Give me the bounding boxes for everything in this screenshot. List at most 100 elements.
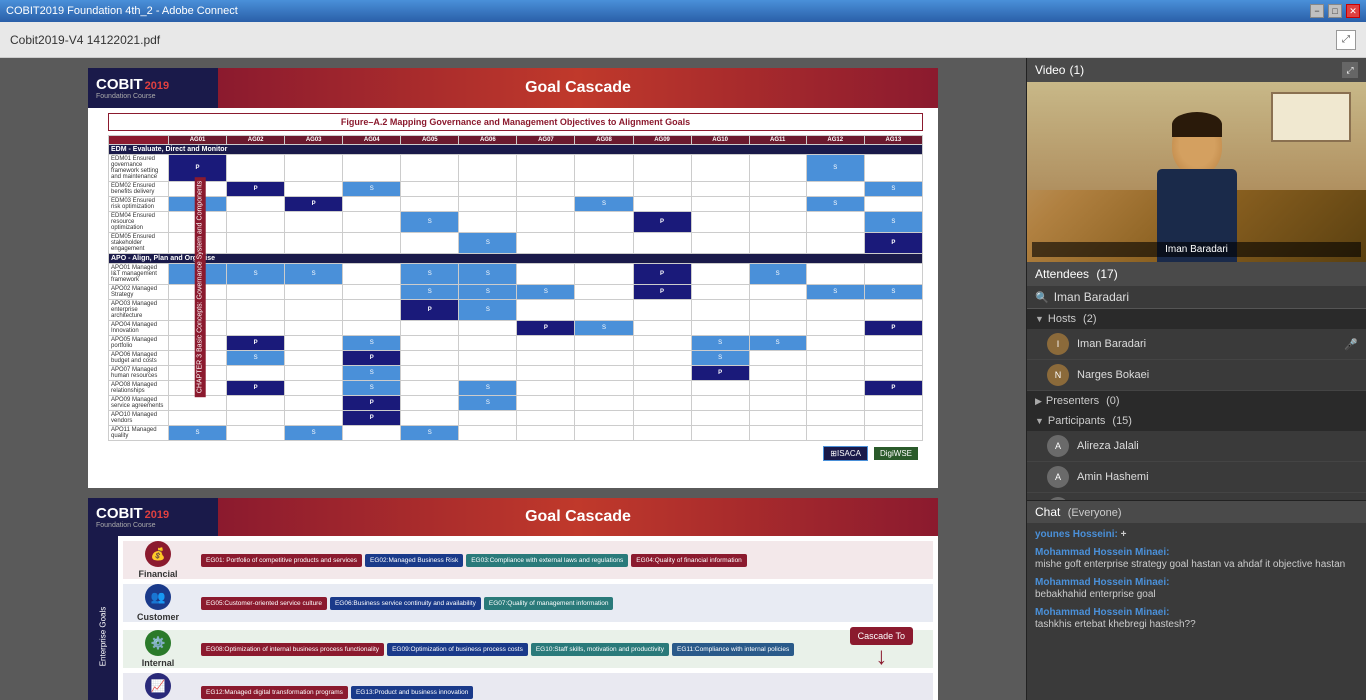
- video-whiteboard: [1271, 92, 1351, 142]
- apo02-row: APO02 Managed Strategy SSSPSS: [109, 285, 923, 300]
- cascade-to-indicator: Cascade To ↓: [850, 627, 913, 669]
- internal-icon: ⚙️: [145, 630, 171, 656]
- maximize-button[interactable]: □: [1328, 4, 1342, 18]
- eg10-box: EG10:Staff skills, motivation and produc…: [531, 643, 669, 656]
- financial-icon-label: 💰 Financial: [123, 541, 193, 579]
- chat-message-4: Mohammad Hossein Minaei: tashkhis erteba…: [1035, 607, 1358, 631]
- th-ag08: AG08: [575, 136, 633, 145]
- chat-message-3: Mohammad Hossein Minaei: bebakhahid ente…: [1035, 577, 1358, 601]
- mapping-table: AG01 AG02 AG03 AG04 AG05 AG06 AG07 AG08 …: [108, 135, 923, 441]
- pdf-content[interactable]: COBIT 2019 Foundation Course Goal Cascad…: [0, 58, 1026, 700]
- goal-cascade-title-2: Goal Cascade: [525, 508, 631, 526]
- video-expand-button[interactable]: ⤢: [1342, 62, 1358, 78]
- th-ag06: AG06: [459, 136, 517, 145]
- growth-icon: 📈: [145, 673, 171, 699]
- filename-label: Cobit2019-V4 14122021.pdf: [10, 33, 160, 47]
- apo03-label: APO03 Managed enterprise architecture: [109, 300, 169, 321]
- edm04-label: EDM04 Ensured resource optimization: [109, 212, 169, 233]
- apo02-label: APO02 Managed Strategy: [109, 285, 169, 300]
- pdf-page-2: COBIT 2019 Foundation Course Goal Cascad…: [88, 498, 938, 700]
- apo07-label: APO07 Managed human resources: [109, 366, 169, 381]
- edm02-row: EDM02 Ensured benefits delivery PSS: [109, 182, 923, 197]
- cobit-text-1: COBIT: [96, 76, 143, 93]
- hosts-expand-arrow: ▼: [1035, 314, 1044, 324]
- video-frame: Iman Baradari: [1027, 82, 1366, 262]
- participant-avatar-amin: A: [1047, 466, 1069, 488]
- th-ag03: AG03: [285, 136, 343, 145]
- edm05-label: EDM05 Ensured stakeholder engagement: [109, 233, 169, 254]
- th-ag09: AG09: [633, 136, 691, 145]
- presenters-label: Presenters: [1046, 395, 1099, 407]
- internal-goals: EG08:Optimization of internal business p…: [201, 643, 933, 656]
- financial-goals: EG01: Portfolio of competitive products …: [201, 554, 933, 567]
- cobit-year-2: 2019: [145, 509, 169, 521]
- eg06-box: EG06:Business service continuity and ava…: [330, 597, 481, 610]
- presenters-count: (0): [1106, 395, 1119, 407]
- th-ag13: AG13: [864, 136, 922, 145]
- participants-group-header[interactable]: ▼ Participants (15): [1027, 411, 1366, 431]
- edm03-label: EDM03 Ensured risk optimization: [109, 197, 169, 212]
- enterprise-goals-label: Enterprise Goals: [99, 606, 108, 666]
- logos-area: ⊞ISACA DigiWSE: [108, 446, 923, 461]
- th-ag05: AG05: [401, 136, 459, 145]
- participants-label: Participants: [1048, 415, 1105, 427]
- eg03-box: EG03:Compliance with external laws and r…: [466, 554, 628, 567]
- apo05-row: APO05 Managed portfolio PSSS: [109, 336, 923, 351]
- internal-label: Internal: [142, 658, 175, 668]
- customer-category-row: 👥 Customer EG05:Customer-oriented servic…: [123, 584, 933, 622]
- participants-expand-arrow: ▼: [1035, 416, 1044, 426]
- edm03-row: EDM03 Ensured risk optimization SPSS: [109, 197, 923, 212]
- close-button[interactable]: ✕: [1346, 4, 1360, 18]
- cobit-year-1: 2019: [145, 80, 169, 92]
- attendees-header: Attendees (17): [1027, 262, 1366, 286]
- participant-avatar-alireza: A: [1047, 435, 1069, 457]
- isaca-logo: ⊞ISACA: [823, 446, 868, 461]
- growth-icon-label: 📈 Growth: [123, 673, 193, 700]
- eg08-box: EG08:Optimization of internal business p…: [201, 643, 384, 656]
- th-ag12: AG12: [806, 136, 864, 145]
- chat-messages[interactable]: younes Hosseini: + Mohammad Hossein Mina…: [1027, 523, 1366, 700]
- chat-author-3: Mohammad Hossein Minaei:: [1035, 577, 1358, 588]
- gc-title-1: Goal Cascade: [218, 68, 938, 108]
- chat-text-3: bebakhahid enterprise goal: [1035, 588, 1358, 601]
- mic-icon-iman: 🎤: [1344, 338, 1358, 351]
- edm01-label: EDM01 Ensured governance framework setti…: [109, 155, 169, 182]
- chat-author-1: younes Hosseini: +: [1035, 528, 1358, 541]
- search-result-name: Iman Baradari: [1054, 290, 1129, 304]
- cobit-brand-1: COBIT 2019 Foundation Course: [88, 68, 218, 108]
- presenters-expand-arrow: ▶: [1035, 396, 1042, 407]
- edm01-row: EDM01 Ensured governance framework setti…: [109, 155, 923, 182]
- expand-button[interactable]: ⤢: [1336, 30, 1356, 50]
- participant-item-alireza: A Alireza Jalali: [1027, 431, 1366, 462]
- host-avatar-narges: N: [1047, 364, 1069, 386]
- eg13-box: EG13:Product and business innovation: [351, 686, 473, 699]
- chat-header: Chat (Everyone): [1027, 501, 1366, 523]
- presenters-group-header[interactable]: ▶ Presenters (0): [1027, 391, 1366, 411]
- apo08-row: APO08 Managed relationships PSSP: [109, 381, 923, 396]
- digiwse-logo: DigiWSE: [874, 447, 918, 460]
- customer-label: Customer: [137, 612, 179, 622]
- minimize-button[interactable]: −: [1310, 4, 1324, 18]
- hosts-label: Hosts: [1048, 313, 1076, 325]
- th-ag01: AG01: [169, 136, 227, 145]
- apo05-label: APO05 Managed portfolio: [109, 336, 169, 351]
- participants-count: (15): [1112, 415, 1132, 427]
- host-name-narges: Narges Bokaei: [1077, 369, 1358, 381]
- cobit-text-2: COBIT: [96, 505, 143, 522]
- attendees-section: Attendees (17) 🔍 Iman Baradari ▼ Hosts (…: [1027, 262, 1366, 500]
- participant-name-alireza: Alireza Jalali: [1077, 440, 1358, 452]
- growth-category-row: 📈 Growth EG12:Managed digital transforma…: [123, 673, 933, 700]
- eg02-box: EG02:Managed Business Risk: [365, 554, 463, 567]
- eg01-box: EG01: Portfolio of competitive products …: [201, 554, 362, 567]
- chat-author-4: Mohammad Hossein Minaei:: [1035, 607, 1358, 618]
- apo03-row: APO03 Managed enterprise architecture PS: [109, 300, 923, 321]
- internal-category-row: ⚙️ Internal EG08:Optimization of interna…: [123, 630, 933, 668]
- apo06-label: APO06 Managed budget and costs: [109, 351, 169, 366]
- hosts-group-header[interactable]: ▼ Hosts (2): [1027, 309, 1366, 329]
- edm-label: EDM - Evaluate, Direct and Monitor: [109, 145, 923, 155]
- app-bar: Cobit2019-V4 14122021.pdf ⤢: [0, 22, 1366, 58]
- customer-icon: 👥: [145, 584, 171, 610]
- chat-section: Chat (Everyone) younes Hosseini: + Moham…: [1027, 500, 1366, 700]
- th-ag04: AG04: [343, 136, 401, 145]
- chapter-label: CHAPTER 3 Basic Concepts: Governance Sys…: [195, 177, 206, 397]
